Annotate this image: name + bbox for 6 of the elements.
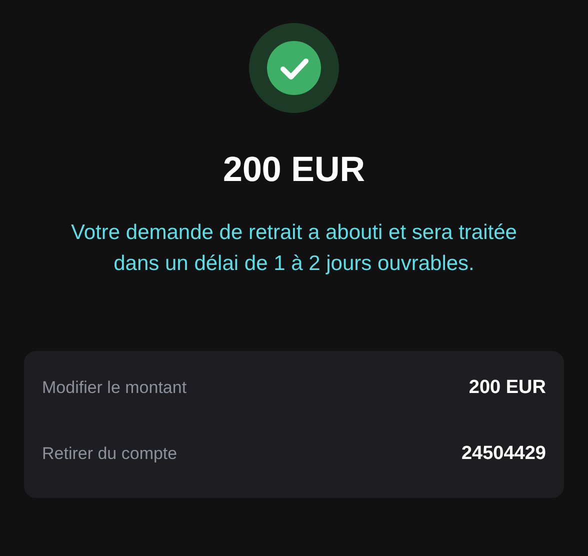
amount-title: 200 EUR xyxy=(222,150,366,190)
confirmation-message: Votre demande de retrait a abouti et sera traitée dans un délai de 1 à 2 jours ouvrables. xyxy=(70,220,518,277)
detail-value: 200 EUR xyxy=(468,377,546,399)
detail-label: Modifier le montant xyxy=(42,378,187,398)
detail-label: Retirer du compte xyxy=(42,444,178,464)
detail-value: 24504429 xyxy=(461,443,546,465)
